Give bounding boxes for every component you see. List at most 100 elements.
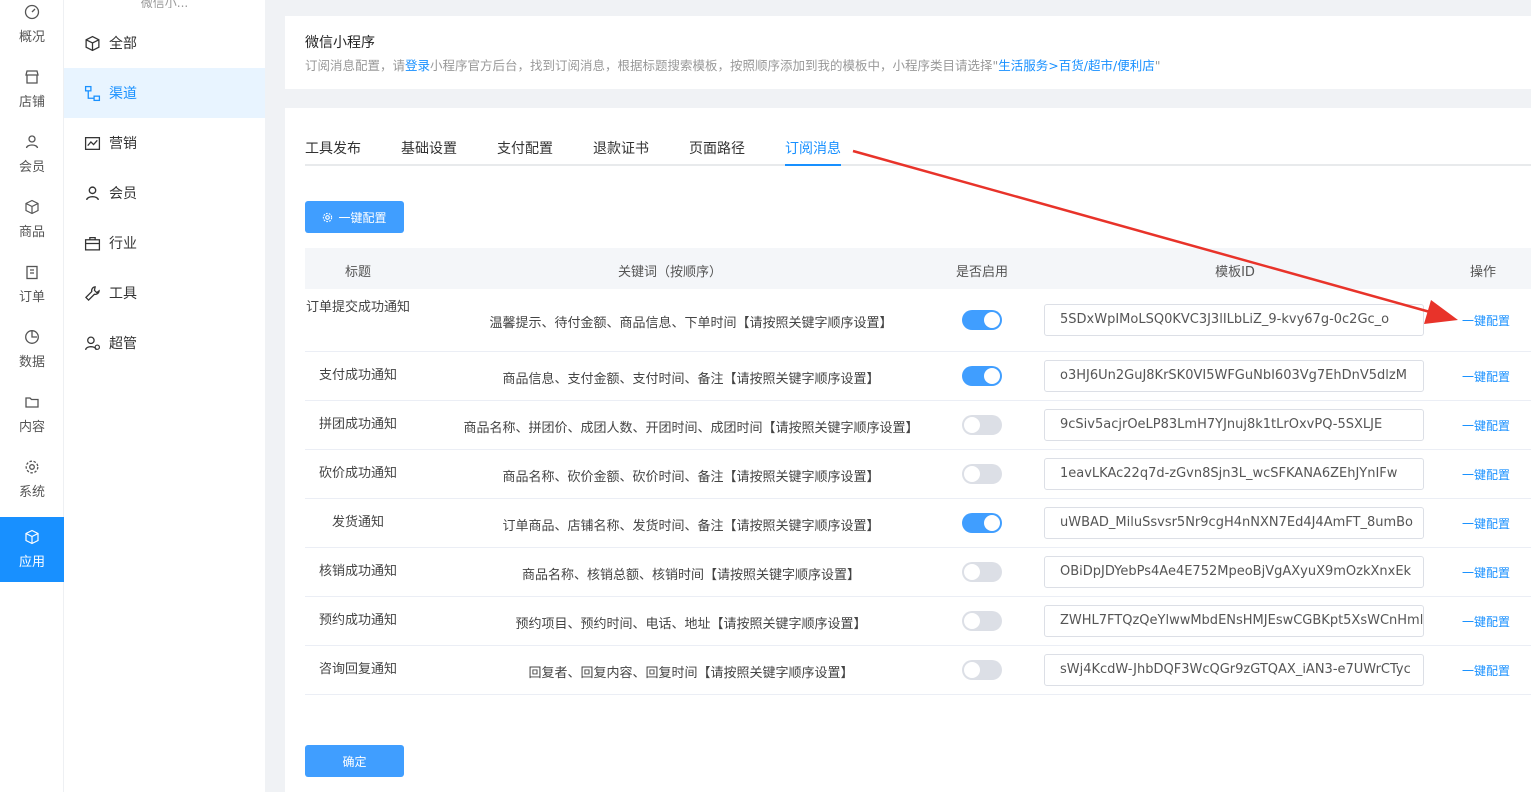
primary-sidebar: 概况 店铺 会员 商品 订单 数据 内容 系统 应用 <box>0 0 64 792</box>
template-id-input[interactable]: o3HJ6Un2GuJ8KrSK0VI5WFGuNbI603Vg7EhDnV5d… <box>1044 360 1424 392</box>
row-keywords: 回复者、回复内容、回复时间【请按照关键字顺序设置】 <box>528 666 854 681</box>
enable-toggle[interactable] <box>962 660 1002 680</box>
onekey-config-link[interactable]: 一键配置 <box>1462 515 1510 532</box>
column-operation: 操作 <box>1469 265 1496 280</box>
tab-page-path[interactable]: 页面路径 <box>689 138 745 158</box>
rail-item-overview[interactable]: 概况 <box>0 0 64 57</box>
rail-item-label: 订单 <box>18 290 45 305</box>
table-row: 拼团成功通知 商品名称、拼团价、成团人数、开团时间、成团时间【请按照关键字顺序设… <box>305 401 1531 450</box>
tab-refund-cert[interactable]: 退款证书 <box>593 138 649 158</box>
row-title: 订单提交成功通知 <box>305 300 410 315</box>
row-title: 预约成功通知 <box>318 613 397 628</box>
enable-toggle[interactable] <box>962 366 1002 386</box>
box-icon <box>25 199 39 215</box>
column-template-id: 模板ID <box>1215 265 1255 280</box>
rail-item-apps[interactable]: 应用 <box>0 517 64 582</box>
confirm-button[interactable]: 确定 <box>305 745 404 777</box>
submenu-item-label: 工具 <box>109 286 137 302</box>
rail-item-label: 概况 <box>18 30 45 45</box>
rail-item-label: 系统 <box>18 485 45 500</box>
dashboard-icon <box>24 4 40 20</box>
submenu-item-superadmin[interactable]: 超管 <box>64 318 265 368</box>
enable-toggle[interactable] <box>962 415 1002 435</box>
submenu-item-industry[interactable]: 行业 <box>64 218 265 268</box>
submenu-item-tools[interactable]: 工具 <box>64 268 265 318</box>
submenu-item-label: 全部 <box>109 36 137 52</box>
template-id-input[interactable]: OBiDpJDYebPs4Ae4E752MpeoBjVgAXyuX9mOzkXn… <box>1044 556 1424 588</box>
onekey-config-link[interactable]: 一键配置 <box>1462 368 1510 385</box>
row-keywords: 预约项目、预约时间、电话、地址【请按照关键字顺序设置】 <box>515 617 867 632</box>
onekey-config-link[interactable]: 一键配置 <box>1462 564 1510 581</box>
table-row: 发货通知 订单商品、店铺名称、发货时间、备注【请按照关键字顺序设置】 uWBAD… <box>305 499 1531 548</box>
onekey-config-link[interactable]: 一键配置 <box>1462 613 1510 630</box>
rail-item-system[interactable]: 系统 <box>0 447 64 512</box>
row-keywords: 商品名称、核销总额、核销时间【请按照关键字顺序设置】 <box>521 568 860 583</box>
store-icon <box>25 70 39 84</box>
tab-tool-publish[interactable]: 工具发布 <box>305 138 361 158</box>
table-header: 标题 关键词（按顺序） 是否启用 模板ID 操作 <box>305 248 1531 289</box>
tab-payment-config[interactable]: 支付配置 <box>497 138 553 158</box>
rail-item-label: 会员 <box>18 160 45 175</box>
row-keywords: 温馨提示、待付金额、商品信息、下单时间【请按照关键字顺序设置】 <box>489 316 893 331</box>
enable-toggle[interactable] <box>962 513 1002 533</box>
submenu-item-label: 渠道 <box>109 86 137 102</box>
submenu-item-label: 营销 <box>109 136 137 152</box>
page-description: 订阅消息配置，请登录小程序官方后台，找到订阅消息，根据标题搜索模板，按照顺序添加… <box>305 55 1160 74</box>
onekey-config-link[interactable]: 一键配置 <box>1462 312 1510 329</box>
page-header-card: 微信小程序 订阅消息配置，请登录小程序官方后台，找到订阅消息，根据标题搜索模板，… <box>285 16 1531 89</box>
template-id-input[interactable]: uWBAD_MiluSsvsr5Nr9cgH4nNXN7Ed4J4AmFT_8u… <box>1044 507 1424 539</box>
row-keywords: 商品名称、拼团价、成团人数、开团时间、成团时间【请按照关键字顺序设置】 <box>463 421 919 436</box>
submenu-item-marketing[interactable]: 营销 <box>64 118 265 168</box>
submenu-item-label: 超管 <box>109 336 137 352</box>
table-row: 支付成功通知 商品信息、支付金额、支付时间、备注【请按照关键字顺序设置】 o3H… <box>305 352 1531 401</box>
active-tab-indicator <box>785 164 841 166</box>
button-label: 一键配置 <box>338 210 387 225</box>
desc-text: " <box>1154 58 1161 73</box>
button-label: 确定 <box>342 754 367 769</box>
onekey-config-link[interactable]: 一键配置 <box>1462 466 1510 483</box>
settings-card: 工具发布 基础设置 支付配置 退款证书 页面路径 订阅消息 一键配置 标题 关键… <box>285 108 1531 792</box>
rail-item-data[interactable]: 数据 <box>0 317 64 382</box>
rail-item-content[interactable]: 内容 <box>0 382 64 447</box>
template-id-input[interactable]: ZWHL7FTQzQeYlwwMbdENsHMJEswCGBKpt5XsWCnH… <box>1044 605 1424 637</box>
enable-toggle[interactable] <box>962 464 1002 484</box>
enable-toggle[interactable] <box>962 611 1002 631</box>
wrench-icon <box>85 285 100 301</box>
login-link[interactable]: 登录 <box>405 58 430 73</box>
rail-item-order[interactable]: 订单 <box>0 252 64 317</box>
cube-icon <box>85 35 100 51</box>
briefcase-icon <box>84 236 101 251</box>
template-id-input[interactable]: sWj4KcdW-JhbDQF3WcQGr9zGTQAX_iAN3-e7UWrC… <box>1044 654 1424 686</box>
onekey-config-button[interactable]: 一键配置 <box>305 201 404 233</box>
pie-chart-icon <box>25 330 39 344</box>
submenu-item-all[interactable]: 全部 <box>64 18 265 68</box>
submenu-item-member[interactable]: 会员 <box>64 168 265 218</box>
settings-tabs: 工具发布 基础设置 支付配置 退款证书 页面路径 订阅消息 <box>305 132 1531 166</box>
page-title: 微信小程序 <box>305 35 375 51</box>
table-row: 订单提交成功通知 温馨提示、待付金额、商品信息、下单时间【请按照关键字顺序设置】… <box>305 289 1531 352</box>
user-icon <box>25 135 39 149</box>
desc-text: 订阅消息配置，请 <box>305 58 406 73</box>
rail-item-store[interactable]: 店铺 <box>0 57 64 122</box>
tab-subscribe-message[interactable]: 订阅消息 <box>785 138 841 158</box>
submenu-item-channel[interactable]: 渠道 <box>64 68 265 118</box>
rail-item-goods[interactable]: 商品 <box>0 187 64 252</box>
enable-toggle[interactable] <box>962 310 1002 330</box>
folder-icon <box>25 397 39 408</box>
rail-item-member[interactable]: 会员 <box>0 122 64 187</box>
chart-line-icon <box>84 136 101 150</box>
onekey-config-link[interactable]: 一键配置 <box>1462 662 1510 679</box>
rail-item-label: 应用 <box>18 555 45 570</box>
column-keywords: 关键词（按顺序） <box>617 265 722 280</box>
user-icon <box>85 185 100 200</box>
template-id-input[interactable]: 9cSiv5acjrOeLP83LmH7YJnuj8k1tLrOxvPQ-5SX… <box>1044 409 1424 441</box>
cube-icon <box>25 529 39 545</box>
template-id-input[interactable]: 1eavLKAc22q7d-zGvn8Sjn3L_wcSFKANA6ZEhJYn… <box>1044 458 1424 490</box>
submenu-item-label: 行业 <box>109 236 137 252</box>
template-id-input[interactable]: 5SDxWpIMoLSQ0KVC3J3lILbLiZ_9-kvy67g-0c2G… <box>1044 304 1424 336</box>
tab-basic-settings[interactable]: 基础设置 <box>401 138 457 158</box>
category-link[interactable]: 生活服务>百货/超市/便利店 <box>998 58 1154 73</box>
row-title: 核销成功通知 <box>318 564 397 579</box>
enable-toggle[interactable] <box>962 562 1002 582</box>
onekey-config-link[interactable]: 一键配置 <box>1462 417 1510 434</box>
